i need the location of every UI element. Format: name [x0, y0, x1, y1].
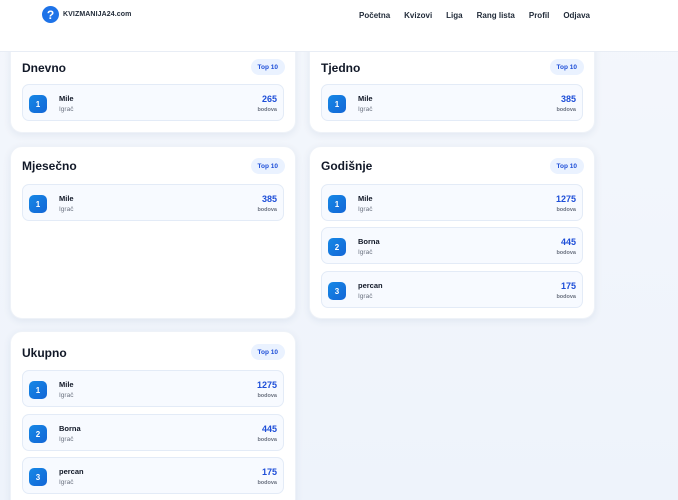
player-role: Igrač	[59, 392, 74, 399]
rank-badge: 2	[29, 425, 47, 443]
player-role: Igrač	[358, 249, 373, 256]
player-points: 1275	[555, 194, 576, 204]
player-points: 445	[261, 424, 277, 434]
player-name: percan	[358, 281, 383, 290]
points-unit: bodova	[257, 393, 277, 399]
nav-link-rang-lista[interactable]: Rang lista	[477, 11, 515, 20]
rank-badge: 1	[29, 195, 47, 213]
leaderboard-card-yearly: Godišnje Top 10 1 Mile Igrač 1275 bodova…	[309, 146, 595, 319]
nav-link-pocetna[interactable]: Početna	[359, 11, 390, 20]
player-name: Mile	[59, 380, 74, 389]
player-points: 385	[261, 194, 277, 204]
player-points: 175	[261, 467, 277, 477]
points-unit: bodova	[556, 294, 576, 300]
leaderboard-row: 1 Mile Igrač 265 bodova	[22, 84, 284, 121]
points-unit: bodova	[257, 480, 277, 486]
player-points: 445	[560, 237, 576, 247]
nav-link-kvizovi[interactable]: Kvizovi	[404, 11, 432, 20]
player-points: 175	[560, 281, 576, 291]
card-title: Godišnje	[321, 159, 373, 173]
leaderboard-row: 1 Mile Igrač 385 bodova	[22, 184, 284, 221]
player-role: Igrač	[358, 293, 373, 300]
card-title: Tjedno	[321, 61, 361, 75]
rank-badge: 3	[328, 282, 346, 300]
player-name: Mile	[358, 194, 373, 203]
points-unit: bodova	[556, 250, 576, 256]
points-unit: bodova	[257, 107, 277, 113]
leaderboard-row: 2 Borna Igrač 445 bodova	[321, 227, 583, 264]
leaderboard-card-weekly: Tjedno Top 10 1 Mile Igrač 385 bodova	[309, 38, 595, 133]
player-name: Borna	[358, 237, 380, 246]
main-nav: Početna Kvizovi Liga Rang lista Profil O…	[359, 11, 678, 20]
player-name: Mile	[59, 194, 74, 203]
points-unit: bodova	[556, 207, 576, 213]
leaderboard-row: 1 Mile Igrač 385 bodova	[321, 84, 583, 121]
player-role: Igrač	[59, 106, 74, 113]
top10-badge: Top 10	[549, 59, 584, 75]
site-logo[interactable]: ? KVIZMANIJA24.com	[42, 6, 132, 23]
rank-badge: 3	[29, 468, 47, 486]
top-navbar: ? KVIZMANIJA24.com Početna Kvizovi Liga …	[0, 0, 678, 52]
player-points: 1275	[256, 380, 277, 390]
player-points: 265	[261, 94, 277, 104]
player-role: Igrač	[59, 206, 74, 213]
top10-badge: Top 10	[549, 158, 584, 174]
player-name: Borna	[59, 424, 81, 433]
player-role: Igrač	[358, 106, 373, 113]
top10-badge: Top 10	[250, 59, 285, 75]
player-role: Igrač	[59, 436, 74, 443]
player-points: 385	[560, 94, 576, 104]
top10-badge: Top 10	[250, 158, 285, 174]
rank-badge: 1	[29, 95, 47, 113]
rank-badge: 1	[29, 381, 47, 399]
points-unit: bodova	[556, 107, 576, 113]
card-title: Dnevno	[22, 61, 67, 75]
points-unit: bodova	[257, 207, 277, 213]
card-title: Mjesečno	[22, 159, 77, 173]
top10-badge: Top 10	[250, 344, 285, 360]
rank-badge: 2	[328, 238, 346, 256]
leaderboard-row: 1 Mile Igrač 1275 bodova	[22, 370, 284, 407]
leaderboard-row: 3 percan Igrač 175 bodova	[321, 271, 583, 308]
card-title: Ukupno	[22, 346, 67, 360]
leaderboard-row: 3 percan Igrač 175 bodova	[22, 457, 284, 494]
leaderboard-row: 1 Mile Igrač 1275 bodova	[321, 184, 583, 221]
player-name: Mile	[358, 94, 373, 103]
leaderboard-card-total: Ukupno Top 10 1 Mile Igrač 1275 bodova 2…	[10, 331, 296, 500]
logo-text: KVIZMANIJA24.com	[63, 11, 132, 18]
points-unit: bodova	[257, 437, 277, 443]
nav-link-odjava[interactable]: Odjava	[563, 11, 590, 20]
question-mark-icon: ?	[42, 6, 59, 23]
leaderboard-card-daily: Dnevno Top 10 1 Mile Igrač 265 bodova	[10, 38, 296, 133]
rank-badge: 1	[328, 95, 346, 113]
nav-link-liga[interactable]: Liga	[446, 11, 462, 20]
player-role: Igrač	[59, 479, 74, 486]
player-name: percan	[59, 467, 84, 476]
leaderboard-card-monthly: Mjesečno Top 10 1 Mile Igrač 385 bodova	[10, 146, 296, 319]
player-name: Mile	[59, 94, 74, 103]
player-role: Igrač	[358, 206, 373, 213]
rank-badge: 1	[328, 195, 346, 213]
leaderboard-row: 2 Borna Igrač 445 bodova	[22, 414, 284, 451]
nav-link-profil[interactable]: Profil	[529, 11, 549, 20]
